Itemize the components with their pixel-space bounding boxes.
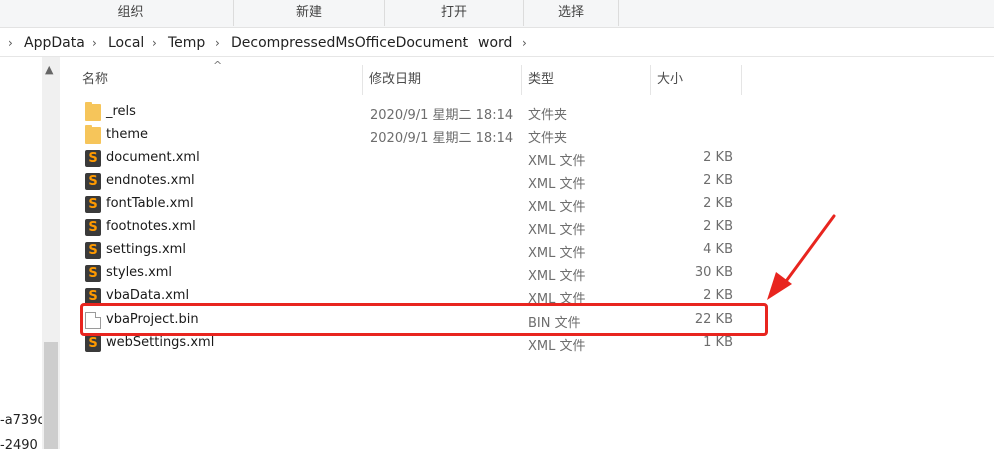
ribbon-group-new[interactable]: 新建	[234, 0, 384, 26]
chevron-right-icon[interactable]: ›	[8, 36, 13, 50]
file-type: 文件夹	[528, 131, 568, 146]
column-header-type[interactable]: 类型	[522, 65, 650, 95]
file-type: XML 文件	[528, 223, 586, 238]
file-type: XML 文件	[528, 269, 586, 284]
column-separator[interactable]	[741, 65, 742, 95]
file-type: XML 文件	[528, 200, 586, 215]
folder-icon	[85, 125, 101, 144]
navigation-pane: -a739c -2490	[0, 57, 42, 449]
file-type: XML 文件	[528, 246, 586, 261]
file-name: footnotes.xml	[106, 219, 196, 234]
file-row-footnotes[interactable]: S footnotes.xml XML 文件 2 KB	[80, 216, 750, 239]
file-size: 2 KB	[703, 288, 733, 303]
file-name: settings.xml	[106, 242, 186, 257]
chevron-right-icon[interactable]: ›	[522, 36, 527, 50]
chevron-right-icon[interactable]: ›	[152, 36, 157, 50]
column-header-name[interactable]: 名称	[76, 65, 362, 95]
file-list: ^ 名称 修改日期 类型 大小 _rels 2020/9/1 星期二 18:14…	[60, 57, 994, 449]
file-date: 2020/9/1 星期二 18:14	[370, 131, 514, 146]
breadcrumb-word[interactable]: word	[478, 35, 512, 51]
scrollbar-thumb[interactable]	[44, 342, 58, 449]
file-row-endnotes[interactable]: S endnotes.xml XML 文件 2 KB	[80, 170, 750, 193]
file-row-theme[interactable]: theme 2020/9/1 星期二 18:14 文件夹	[80, 124, 750, 147]
file-row-styles[interactable]: S styles.xml XML 文件 30 KB	[80, 262, 750, 285]
file-name: fontTable.xml	[106, 196, 194, 211]
chevron-right-icon[interactable]: ›	[215, 36, 220, 50]
file-type: XML 文件	[528, 154, 586, 169]
nav-item-fragment[interactable]: -2490	[0, 438, 38, 449]
file-name: theme	[106, 127, 148, 142]
navigation-scrollbar[interactable]: ▲	[42, 57, 60, 449]
address-bar[interactable]: › AppData › Local › Temp › DecompressedM…	[0, 31, 994, 57]
file-row-fonttable[interactable]: S fontTable.xml XML 文件 2 KB	[80, 193, 750, 216]
file-row-settings[interactable]: S settings.xml XML 文件 4 KB	[80, 239, 750, 262]
file-size: 4 KB	[703, 242, 733, 257]
nav-item-fragment[interactable]: -a739c	[0, 413, 42, 428]
chevron-right-icon[interactable]: ›	[92, 36, 97, 50]
file-name: document.xml	[106, 150, 200, 165]
file-type: XML 文件	[528, 177, 586, 192]
sublime-text-icon: S	[85, 196, 101, 213]
breadcrumb-local[interactable]: Local	[108, 35, 144, 51]
sublime-text-icon: S	[85, 173, 101, 190]
folder-icon	[85, 102, 101, 121]
scroll-up-arrow-icon[interactable]: ▲	[45, 63, 53, 76]
column-header-size[interactable]: 大小	[651, 65, 741, 95]
ribbon-separator	[618, 0, 619, 26]
ribbon-group-organize[interactable]: 组织	[28, 0, 233, 26]
ribbon-group-labels: 组织 新建 打开 选择	[0, 0, 994, 28]
ribbon-group-select[interactable]: 选择	[524, 0, 618, 26]
file-size: 1 KB	[703, 335, 733, 350]
sublime-text-icon: S	[85, 219, 101, 236]
file-date: 2020/9/1 星期二 18:14	[370, 108, 514, 123]
sublime-text-icon: S	[85, 150, 101, 167]
file-row-document[interactable]: S document.xml XML 文件 2 KB	[80, 147, 750, 170]
file-name: vbaData.xml	[106, 288, 190, 303]
file-name: endnotes.xml	[106, 173, 195, 188]
file-size: 2 KB	[703, 196, 733, 211]
breadcrumb-temp[interactable]: Temp	[168, 35, 205, 51]
file-type: XML 文件	[528, 339, 586, 354]
ribbon-group-open[interactable]: 打开	[385, 0, 523, 26]
file-size: 2 KB	[703, 219, 733, 234]
chevron-right-icon[interactable]: ›	[462, 36, 467, 50]
file-size: 2 KB	[703, 173, 733, 188]
file-row-rels[interactable]: _rels 2020/9/1 星期二 18:14 文件夹	[80, 101, 750, 124]
breadcrumb-appdata[interactable]: AppData	[24, 35, 85, 51]
file-name: webSettings.xml	[106, 335, 215, 350]
sublime-text-icon: S	[85, 265, 101, 282]
column-header-date[interactable]: 修改日期	[363, 65, 521, 95]
file-name: styles.xml	[106, 265, 173, 280]
sublime-text-icon: S	[85, 335, 101, 352]
file-size: 2 KB	[703, 150, 733, 165]
file-size: 30 KB	[694, 265, 733, 280]
highlight-box-annotation	[80, 303, 768, 336]
file-type: 文件夹	[528, 108, 568, 123]
file-name: _rels	[106, 104, 136, 119]
breadcrumb-decompressed[interactable]: DecompressedMsOfficeDocument	[231, 35, 468, 51]
sublime-text-icon: S	[85, 242, 101, 259]
